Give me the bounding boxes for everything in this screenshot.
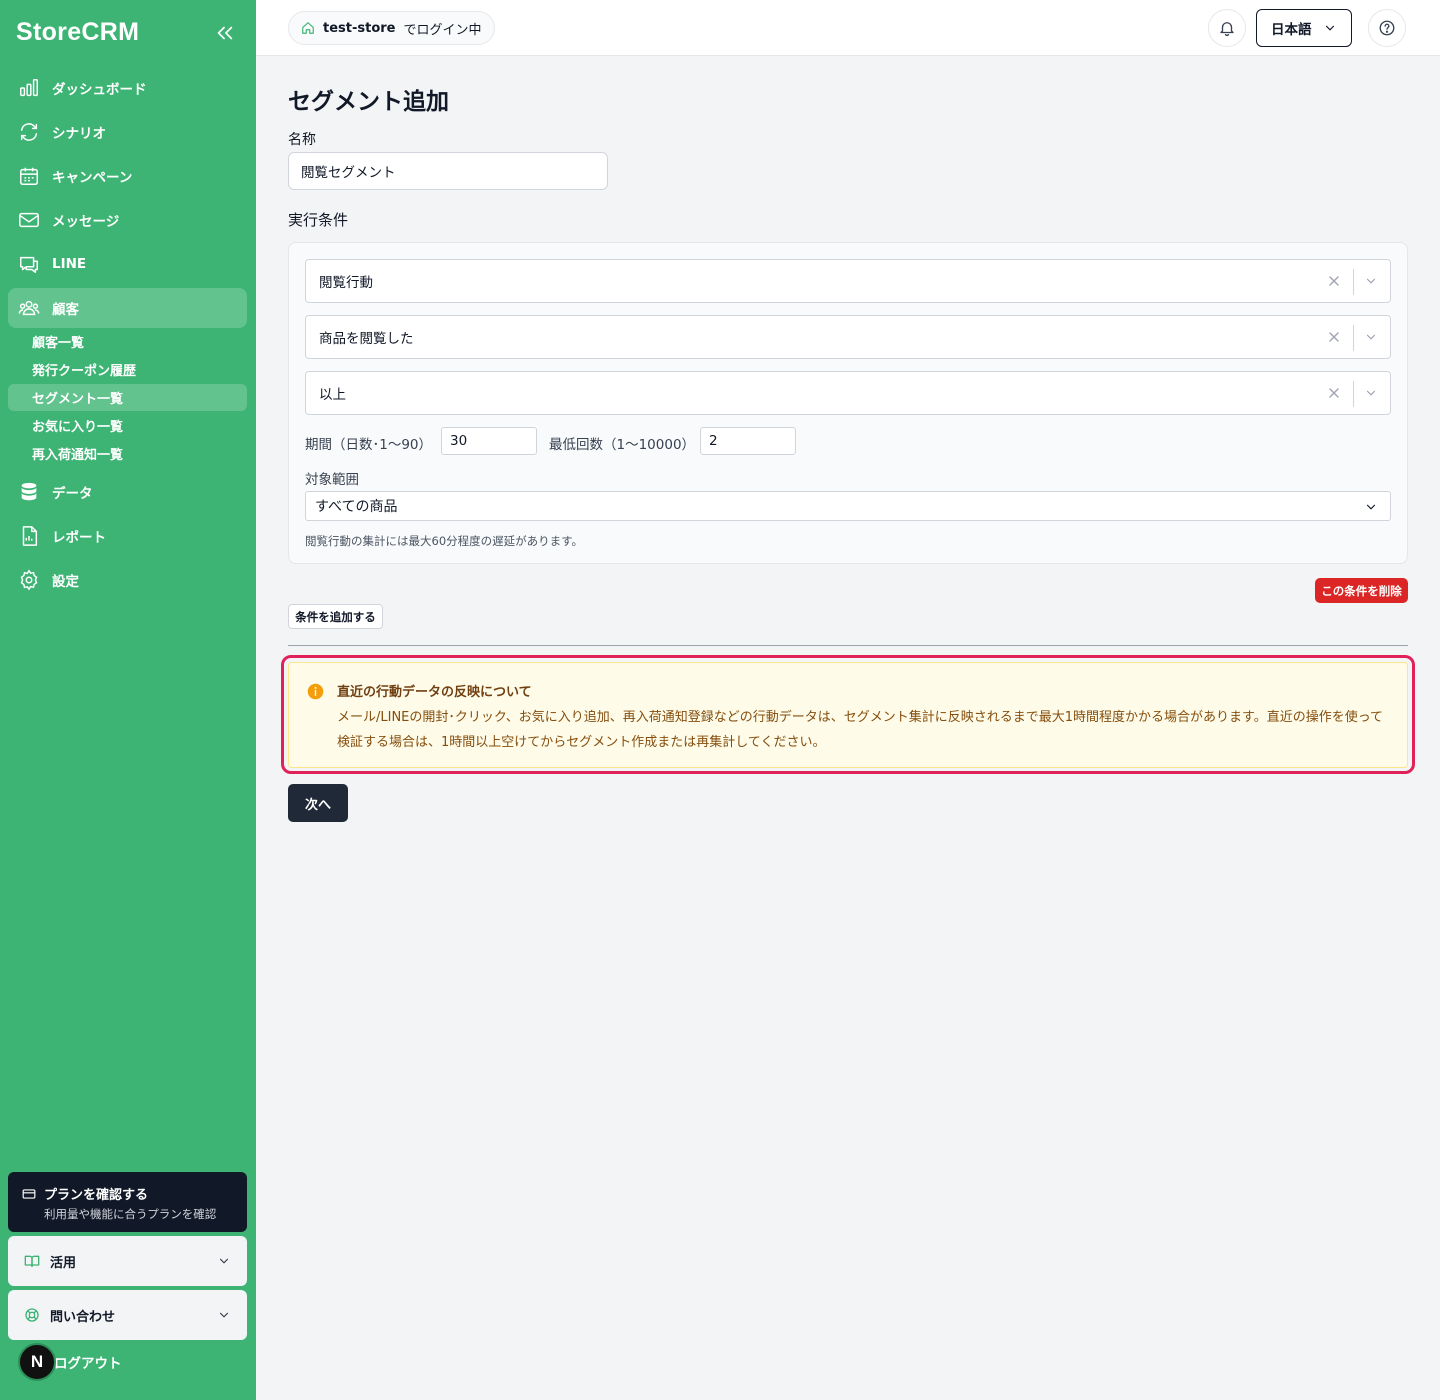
logout-label: ログアウト [54, 1356, 122, 1372]
sidebar: StoreCRM ダッシュボード シナリオ キャンペーン メッセージ LINE … [0, 0, 256, 1400]
alert-title: 直近の行動データの反映について [337, 685, 532, 700]
condition-box: 閲覧行動 商品を閲覧した 以上 期間（日数･1〜90） 30 最低回数（1〜10… [288, 242, 1408, 564]
info-alert: 直近の行動データの反映について メール/LINEの開封･クリック、お気に入り追加… [288, 662, 1408, 768]
sidebar-subitem-segment-list[interactable]: セグメント一覧 [8, 384, 247, 411]
clear-icon[interactable] [1326, 273, 1342, 289]
sidebar-subitem-restock[interactable]: 再入荷通知一覧 [8, 440, 247, 467]
chevron-down-icon[interactable] [1364, 386, 1378, 400]
store-suffix: でログイン中 [403, 22, 482, 38]
delete-condition-button[interactable]: この条件を削除 [1315, 578, 1408, 603]
avatar[interactable]: N [18, 1343, 56, 1381]
select-separator [1353, 381, 1354, 407]
chart-bar-icon [18, 77, 40, 99]
min-count-input[interactable]: 2 [700, 427, 796, 455]
select-separator [1353, 269, 1354, 295]
chevron-down-icon [219, 1258, 229, 1264]
min-count-label: 最低回数（1〜10000） [549, 437, 696, 453]
chevron-down-icon [1325, 25, 1335, 31]
sidebar-item-label: 設定 [52, 574, 79, 590]
question-circle-icon [1379, 20, 1395, 36]
sidebar-item-dashboard[interactable]: ダッシュボード [8, 68, 247, 108]
clear-icon[interactable] [1326, 385, 1342, 401]
sidebar-item-message[interactable]: メッセージ [8, 200, 247, 240]
segment-name-input[interactable]: 閲覧セグメント [288, 152, 608, 190]
logout-button[interactable]: N ログアウト [18, 1343, 122, 1381]
store-name: test-store [323, 20, 396, 36]
sidebar-subitem-favorites[interactable]: お気に入り一覧 [8, 412, 247, 439]
add-condition-button[interactable]: 条件を追加する [288, 604, 383, 629]
sidebar-item-label: データ [52, 486, 93, 502]
sidebar-subitem-coupon-history[interactable]: 発行クーポン履歴 [8, 356, 247, 383]
sidebar-item-label: レポート [52, 530, 106, 546]
help-button[interactable] [1368, 9, 1406, 47]
store-indicator[interactable]: test-store でログイン中 [288, 11, 495, 45]
bell-icon [1220, 22, 1234, 37]
period-label: 期間（日数･1〜90） [305, 437, 433, 453]
next-button[interactable]: 次へ [288, 784, 348, 822]
alert-body: メール/LINEの開封･クリック、お気に入り追加、再入荷通知登録などの行動データ… [337, 710, 1384, 750]
sidebar-item-line[interactable]: LINE [8, 244, 247, 284]
name-label: 名称 [288, 132, 316, 148]
chevron-down-icon[interactable] [1364, 274, 1378, 288]
page-title: セグメント追加 [288, 89, 449, 115]
app-logo[interactable]: StoreCRM [16, 18, 139, 47]
chevron-down-icon[interactable] [1364, 330, 1378, 344]
select-separator [1353, 325, 1354, 351]
divider [288, 645, 1408, 646]
contact-accordion[interactable]: 問い合わせ [8, 1290, 247, 1340]
sidebar-subitem-customer-list[interactable]: 顧客一覧 [8, 328, 247, 355]
clear-icon[interactable] [1326, 329, 1342, 345]
plan-card-title: プランを確認する [44, 1188, 149, 1203]
book-icon [24, 1255, 40, 1267]
sidebar-item-label: LINE [52, 256, 87, 272]
sidebar-item-customer[interactable]: 顧客 [8, 288, 247, 328]
usage-accordion[interactable]: 活用 [8, 1236, 247, 1286]
scope-select[interactable]: すべての商品 [305, 491, 1391, 521]
card-icon [22, 1188, 36, 1199]
top-header: test-store でログイン中 日本語 [256, 0, 1440, 56]
conditions-label: 実行条件 [288, 211, 349, 229]
database-icon [18, 481, 40, 503]
scope-label: 対象範囲 [305, 472, 359, 488]
notification-button[interactable] [1208, 9, 1246, 47]
refresh-icon [18, 121, 40, 143]
sidebar-item-campaign[interactable]: キャンペーン [8, 156, 247, 196]
sidebar-item-scenario[interactable]: シナリオ [8, 112, 247, 152]
condition-comparison-value: 以上 [319, 387, 346, 403]
period-input[interactable]: 30 [441, 427, 537, 455]
delay-note: 閲覧行動の集計には最大60分程度の遅延があります。 [305, 534, 583, 548]
gear-icon [18, 569, 40, 591]
sidebar-item-label: キャンペーン [52, 170, 133, 186]
sidebar-item-label: 顧客 [52, 302, 79, 318]
plan-card-subtitle: 利用量や機能に合うプランを確認 [44, 1207, 217, 1221]
chevron-down-icon [219, 1312, 229, 1318]
usage-label: 活用 [50, 1255, 77, 1271]
collapse-sidebar-icon[interactable] [214, 22, 236, 44]
condition-action-select[interactable]: 商品を閲覧した [305, 315, 1391, 359]
lifebuoy-icon [25, 1308, 39, 1322]
calendar-icon [18, 165, 40, 187]
plan-card[interactable]: プランを確認する 利用量や機能に合うプランを確認 [8, 1172, 247, 1232]
contact-label: 問い合わせ [50, 1309, 116, 1325]
users-icon [18, 297, 40, 319]
language-select[interactable]: 日本語 [1256, 9, 1352, 47]
condition-type-value: 閲覧行動 [319, 275, 373, 291]
condition-comparison-select[interactable]: 以上 [305, 371, 1391, 415]
sidebar-item-report[interactable]: レポート [8, 516, 247, 556]
info-icon [307, 683, 324, 700]
chat-icon [18, 253, 40, 275]
sidebar-item-label: シナリオ [52, 126, 106, 142]
sidebar-item-label: ダッシュボード [52, 82, 147, 98]
chevron-down-icon [1366, 504, 1376, 510]
condition-action-value: 商品を閲覧した [319, 331, 414, 347]
scope-value: すべての商品 [315, 499, 398, 515]
home-icon [302, 22, 314, 34]
sidebar-item-data[interactable]: データ [8, 472, 247, 512]
language-label: 日本語 [1271, 22, 1312, 38]
sidebar-item-settings[interactable]: 設定 [8, 560, 247, 600]
condition-type-select[interactable]: 閲覧行動 [305, 259, 1391, 303]
mail-icon [18, 209, 40, 231]
report-icon [18, 525, 40, 547]
sidebar-item-label: メッセージ [52, 214, 120, 230]
